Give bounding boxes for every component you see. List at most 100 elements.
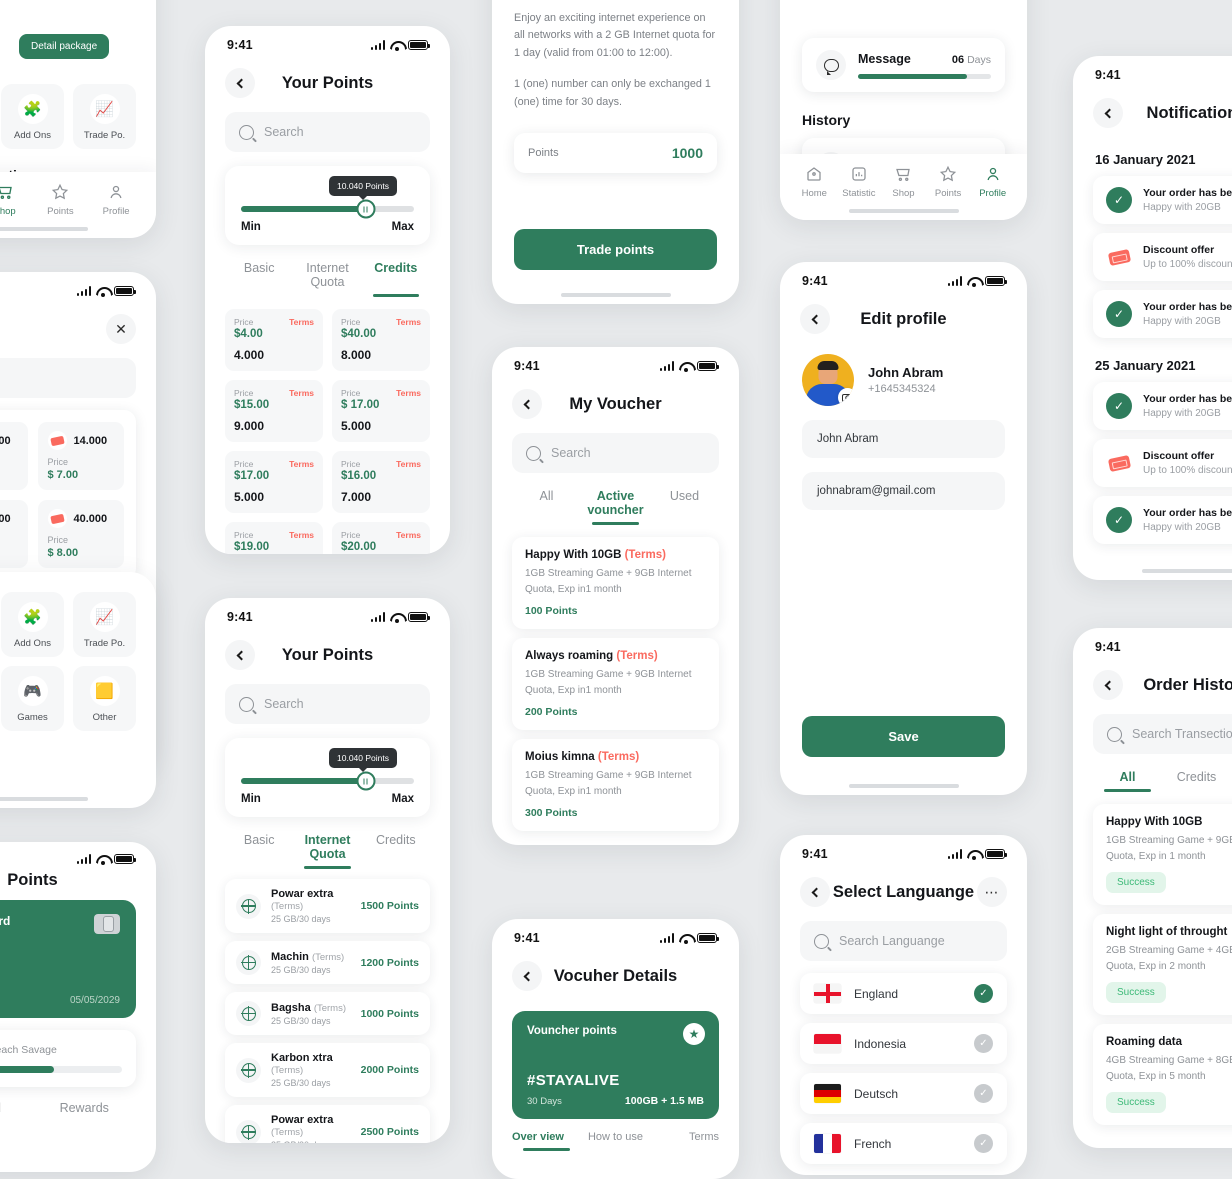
terms-link[interactable]: (Terms): [271, 1065, 303, 1076]
search-input[interactable]: Search Languange: [800, 921, 1007, 961]
result-item[interactable]: 14.000 Price $ 7.00: [0, 422, 28, 490]
category-trade-points[interactable]: 📈Trade Po.: [73, 592, 136, 657]
credit-package-card[interactable]: Price$17.00Terms5.000: [225, 451, 323, 513]
detail-package-button[interactable]: Detail package: [19, 34, 109, 59]
tab-how-to-use[interactable]: How to use: [581, 1131, 650, 1151]
tab-earned[interactable]: Earned: [0, 1101, 33, 1123]
close-icon[interactable]: ✕: [106, 314, 136, 344]
terms-link[interactable]: (Terms): [314, 1003, 346, 1014]
tab-statistic[interactable]: Statistic: [837, 164, 882, 199]
tab-credits[interactable]: Credits: [1162, 770, 1231, 792]
search-input[interactable]: Search Transection: [1093, 714, 1232, 754]
points-slider[interactable]: [241, 778, 414, 784]
back-button[interactable]: [800, 877, 830, 907]
category-add-ons[interactable]: 🧩Add Ons: [1, 592, 64, 657]
tab-basic[interactable]: Basic: [225, 261, 293, 297]
voucher-card[interactable]: Happy With 10GB (Terms)1GB Streaming Gam…: [512, 537, 719, 629]
result-item[interactable]: 40.000 Price $ 8.00: [0, 500, 28, 568]
result-item[interactable]: 14.000 Price $ 7.00: [38, 422, 125, 490]
search-input[interactable]: ...month: [0, 358, 136, 398]
slider-handle[interactable]: [356, 772, 375, 791]
back-button[interactable]: [225, 640, 255, 670]
back-button[interactable]: [800, 304, 830, 334]
unselected-check-icon[interactable]: ✓: [974, 1134, 993, 1153]
back-button[interactable]: [1093, 98, 1123, 128]
list-item[interactable]: ✓Your order has ben successHappy with 20…: [1093, 290, 1232, 338]
tab-used[interactable]: Used: [650, 489, 719, 525]
slider-handle[interactable]: [356, 200, 375, 219]
category-other[interactable]: 🟨Other: [73, 666, 136, 731]
terms-link[interactable]: (Terms): [271, 901, 303, 912]
credit-package-card[interactable]: Price$ 17.00Terms5.000: [332, 380, 430, 442]
terms-link[interactable]: (Terms): [625, 549, 666, 561]
language-item-england[interactable]: England ✓: [800, 973, 1007, 1014]
voucher-card[interactable]: Moius kimna (Terms)1GB Streaming Game + …: [512, 739, 719, 831]
credit-package-card[interactable]: Price$19.00Terms8.000: [225, 522, 323, 554]
order-card[interactable]: Night light of throught2GB Streaming Gam…: [1093, 914, 1232, 1015]
voucher-card[interactable]: Always roaming (Terms)1GB Streaming Game…: [512, 638, 719, 730]
shortcut-add-ons[interactable]: 🧩 Add Ons: [1, 84, 64, 149]
tab-points[interactable]: Points: [926, 164, 971, 199]
language-item-deutsch[interactable]: Deutsch ✓: [800, 1073, 1007, 1114]
tab-internet-quota[interactable]: Internet Quota: [293, 261, 361, 297]
order-card[interactable]: Happy With 10GB1GB Streaming Game + 9GB …: [1093, 804, 1232, 905]
tab-points[interactable]: Points: [33, 182, 89, 217]
tab-basic[interactable]: Basic: [225, 833, 293, 869]
list-item[interactable]: Discount offerUp to 100% discount: [1093, 439, 1232, 487]
tab-overview[interactable]: Over view: [512, 1131, 581, 1151]
credit-package-card[interactable]: Price$16.00Terms7.000: [332, 451, 430, 513]
avatar[interactable]: [802, 354, 854, 406]
list-item[interactable]: Discount offerUp to 100% discount: [1093, 233, 1232, 281]
tab-all[interactable]: All: [512, 489, 581, 525]
terms-link[interactable]: (Terms): [312, 952, 344, 963]
list-item[interactable]: Powar extra (Terms)25 GB/30 days1500 Poi…: [225, 879, 430, 933]
tab-profile[interactable]: Profile: [970, 164, 1015, 199]
message-card[interactable]: Message 06 Days: [802, 38, 1005, 92]
terms-link[interactable]: Terms: [289, 388, 314, 398]
trade-points-button[interactable]: Trade points: [514, 229, 717, 270]
email-field[interactable]: johnabram@gmail.com: [802, 472, 1005, 510]
name-field[interactable]: John Abram: [802, 420, 1005, 458]
tab-home[interactable]: Home: [792, 164, 837, 199]
list-item[interactable]: ✓Your order has ben successHappy with 20…: [1093, 496, 1232, 544]
credit-package-card[interactable]: Price$40.00Terms8.000: [332, 309, 430, 371]
list-item[interactable]: Karbon xtra (Terms)25 GB/30 days2000 Poi…: [225, 1043, 430, 1097]
more-horizontal-icon[interactable]: ⋯: [977, 877, 1007, 907]
list-item[interactable]: ✓Your order has ben successHappy with 20…: [1093, 382, 1232, 430]
points-slider[interactable]: [241, 206, 414, 212]
star-icon[interactable]: ★: [683, 1023, 705, 1045]
tab-credits[interactable]: Credits: [362, 261, 430, 297]
list-item[interactable]: Machin (Terms)25 GB/30 days1200 Points: [225, 941, 430, 984]
terms-link[interactable]: Terms: [289, 317, 314, 327]
tab-rewards[interactable]: Rewards: [33, 1101, 137, 1123]
terms-link[interactable]: (Terms): [616, 650, 657, 662]
unselected-check-icon[interactable]: ✓: [974, 1034, 993, 1053]
credit-package-card[interactable]: Price$20.00Terms9.000: [332, 522, 430, 554]
search-input[interactable]: Search: [225, 112, 430, 152]
tab-profile[interactable]: Profile: [88, 182, 144, 217]
selected-check-icon[interactable]: ✓: [974, 984, 993, 1003]
tab-all[interactable]: All: [1093, 770, 1162, 792]
terms-link[interactable]: Terms: [396, 459, 421, 469]
back-button[interactable]: [512, 389, 542, 419]
shortcut-trade-points[interactable]: 📈 Trade Po.: [73, 84, 136, 149]
terms-link[interactable]: (Terms): [598, 751, 639, 763]
category-games[interactable]: 🎮Games: [1, 666, 64, 731]
tab-credits[interactable]: Credits: [362, 833, 430, 869]
language-item-indonesia[interactable]: Indonesia ✓: [800, 1023, 1007, 1064]
credit-package-card[interactable]: Price$4.00Terms4.000: [225, 309, 323, 371]
tab-shop[interactable]: Shop: [881, 164, 926, 199]
unselected-check-icon[interactable]: ✓: [974, 1084, 993, 1103]
save-button[interactable]: Save: [802, 716, 1005, 757]
tab-shop[interactable]: Shop: [0, 182, 33, 217]
language-item-french[interactable]: French ✓: [800, 1123, 1007, 1164]
back-button[interactable]: [512, 961, 542, 991]
back-button[interactable]: [225, 68, 255, 98]
result-item[interactable]: 40.000 Price $ 8.00: [38, 500, 125, 568]
list-item[interactable]: Bagsha (Terms)25 GB/30 days1000 Points: [225, 992, 430, 1035]
list-item[interactable]: Powar extra (Terms)25 GB/30 days2500 Poi…: [225, 1105, 430, 1143]
terms-link[interactable]: Terms: [396, 530, 421, 540]
tab-active-voucher[interactable]: Active vouncher: [581, 489, 650, 525]
terms-link[interactable]: (Terms): [271, 1127, 303, 1138]
tab-internet-quota[interactable]: Internet Quota: [293, 833, 361, 869]
